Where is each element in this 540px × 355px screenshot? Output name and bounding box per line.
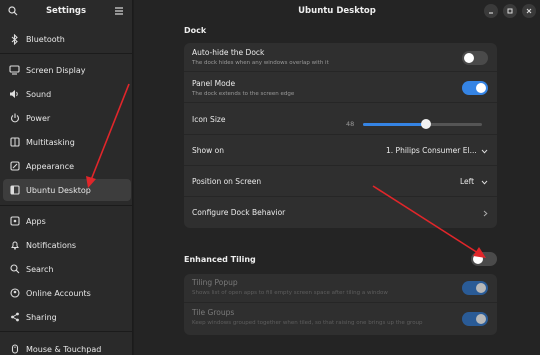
sidebar-item-online-accounts[interactable]: Online Accounts <box>3 282 131 304</box>
menu-icon[interactable] <box>112 4 126 18</box>
close-icon <box>526 8 532 14</box>
row-title: Show on <box>192 146 224 155</box>
row-title: Tile Groups <box>192 308 235 317</box>
row-subtitle: Keep windows grouped together when tiled… <box>192 320 423 326</box>
sidebar-divider <box>0 331 133 332</box>
tiling-section-title: Enhanced Tiling <box>184 255 256 264</box>
sidebar-item-mouse-touchpad[interactable]: Mouse & Touchpad <box>3 338 131 355</box>
auto-hide-toggle[interactable] <box>462 51 488 65</box>
configure-dock-row[interactable]: Configure Dock Behavior <box>184 197 497 228</box>
power-icon <box>9 113 20 124</box>
sidebar-header: Settings <box>0 0 132 22</box>
show-on-row[interactable]: Show on 1. Philips Consumer El... <box>184 135 497 166</box>
sidebar-item-label: Bluetooth <box>26 34 65 44</box>
sidebar-item-notifications[interactable]: Notifications <box>3 234 131 256</box>
tiling-card: Tiling Popup Shows list of open apps to … <box>184 274 497 335</box>
position-row[interactable]: Position on Screen Left <box>184 166 497 197</box>
sidebar-item-sharing[interactable]: Sharing <box>3 306 131 328</box>
row-title: Position on Screen <box>192 177 262 186</box>
appearance-icon <box>9 161 20 172</box>
window-title: Ubuntu Desktop <box>298 6 376 16</box>
sidebar-item-search[interactable]: Search <box>3 258 131 280</box>
row-subtitle: The dock hides when any windows overlap … <box>192 60 329 66</box>
tiling-popup-row[interactable]: Tiling Popup Shows list of open apps to … <box>184 274 497 303</box>
chevron-right-icon <box>481 209 489 217</box>
sidebar-item-label: Sound <box>26 89 52 99</box>
position-value: Left <box>460 177 475 186</box>
icon-size-slider-handle[interactable] <box>421 119 432 129</box>
mouse-icon <box>9 344 20 355</box>
sidebar-item-sound[interactable]: Sound <box>3 83 131 105</box>
maximize-button[interactable] <box>503 4 517 18</box>
sidebar-title: Settings <box>45 6 87 16</box>
sidebar-item-apps[interactable]: Apps <box>3 210 131 232</box>
sidebar-item-label: Online Accounts <box>26 288 91 298</box>
close-button[interactable] <box>522 4 536 18</box>
sidebar-item-bluetooth[interactable]: Bluetooth <box>3 28 131 50</box>
chevron-down-icon <box>480 147 488 155</box>
search-icon[interactable] <box>6 4 20 18</box>
sidebar-item-label: Notifications <box>26 240 77 250</box>
row-title: Panel Mode <box>192 79 236 88</box>
row-subtitle: The dock extends to the screen edge <box>192 91 295 97</box>
sidebar-item-label: Appearance <box>26 161 75 171</box>
ubuntu-desktop-icon <box>9 185 20 196</box>
main-panel: Ubuntu Desktop Dock Auto-hide the Dock T… <box>134 0 540 355</box>
sidebar-item-label: Sharing <box>26 312 57 322</box>
icon-size-slider-fill <box>363 123 427 126</box>
window-header: Ubuntu Desktop <box>134 0 540 22</box>
row-title: Configure Dock Behavior <box>192 208 286 217</box>
row-title: Tiling Popup <box>192 278 238 287</box>
enhanced-tiling-toggle[interactable] <box>471 252 497 266</box>
display-icon <box>9 65 20 76</box>
sidebar-item-ubuntu-desktop[interactable]: Ubuntu Desktop <box>3 179 131 201</box>
sidebar-item-multitasking[interactable]: Multitasking <box>3 131 131 153</box>
sidebar-item-label: Multitasking <box>26 137 75 147</box>
bell-icon <box>9 240 20 251</box>
dock-card: Auto-hide the Dock The dock hides when a… <box>184 43 497 228</box>
tile-groups-row[interactable]: Tile Groups Keep windows grouped togethe… <box>184 303 497 335</box>
icon-size-value: 48 <box>346 120 355 128</box>
share-icon <box>9 312 20 323</box>
tile-groups-toggle[interactable] <box>462 312 488 326</box>
panel-mode-toggle[interactable] <box>462 81 488 95</box>
sidebar-item-label: Apps <box>26 216 46 226</box>
row-subtitle: Shows list of open apps to fill empty sc… <box>192 290 388 296</box>
sidebar-item-appearance[interactable]: Appearance <box>3 155 131 177</box>
sidebar-item-label: Screen Display <box>26 65 86 75</box>
apps-icon <box>9 216 20 227</box>
speaker-icon <box>9 89 20 100</box>
icon-size-row: Icon Size 48 <box>184 103 497 135</box>
bluetooth-icon <box>9 33 20 45</box>
panel-mode-row[interactable]: Panel Mode The dock extends to the scree… <box>184 72 497 103</box>
multitasking-icon <box>9 137 20 148</box>
sidebar-item-label: Ubuntu Desktop <box>26 185 91 195</box>
sidebar-item-power[interactable]: Power <box>3 107 131 129</box>
tiling-popup-toggle[interactable] <box>462 281 488 295</box>
show-on-value: 1. Philips Consumer El... <box>386 146 477 155</box>
sidebar-item-screen-display[interactable]: Screen Display <box>3 59 131 81</box>
chevron-down-icon <box>480 178 488 186</box>
sidebar-item-label: Mouse & Touchpad <box>26 344 102 354</box>
sidebar-divider <box>0 205 133 206</box>
row-title: Auto-hide the Dock <box>192 48 265 57</box>
sidebar: Settings Bluetooth Screen Display Sound … <box>0 0 133 355</box>
minimize-button[interactable] <box>484 4 498 18</box>
sidebar-divider <box>0 53 133 54</box>
sidebar-item-label: Power <box>26 113 51 123</box>
dock-section-title: Dock <box>184 26 207 35</box>
auto-hide-row[interactable]: Auto-hide the Dock The dock hides when a… <box>184 43 497 72</box>
sidebar-item-label: Search <box>26 264 54 274</box>
row-title: Icon Size <box>192 115 226 124</box>
search-icon <box>9 264 20 275</box>
online-accounts-icon <box>9 288 20 299</box>
